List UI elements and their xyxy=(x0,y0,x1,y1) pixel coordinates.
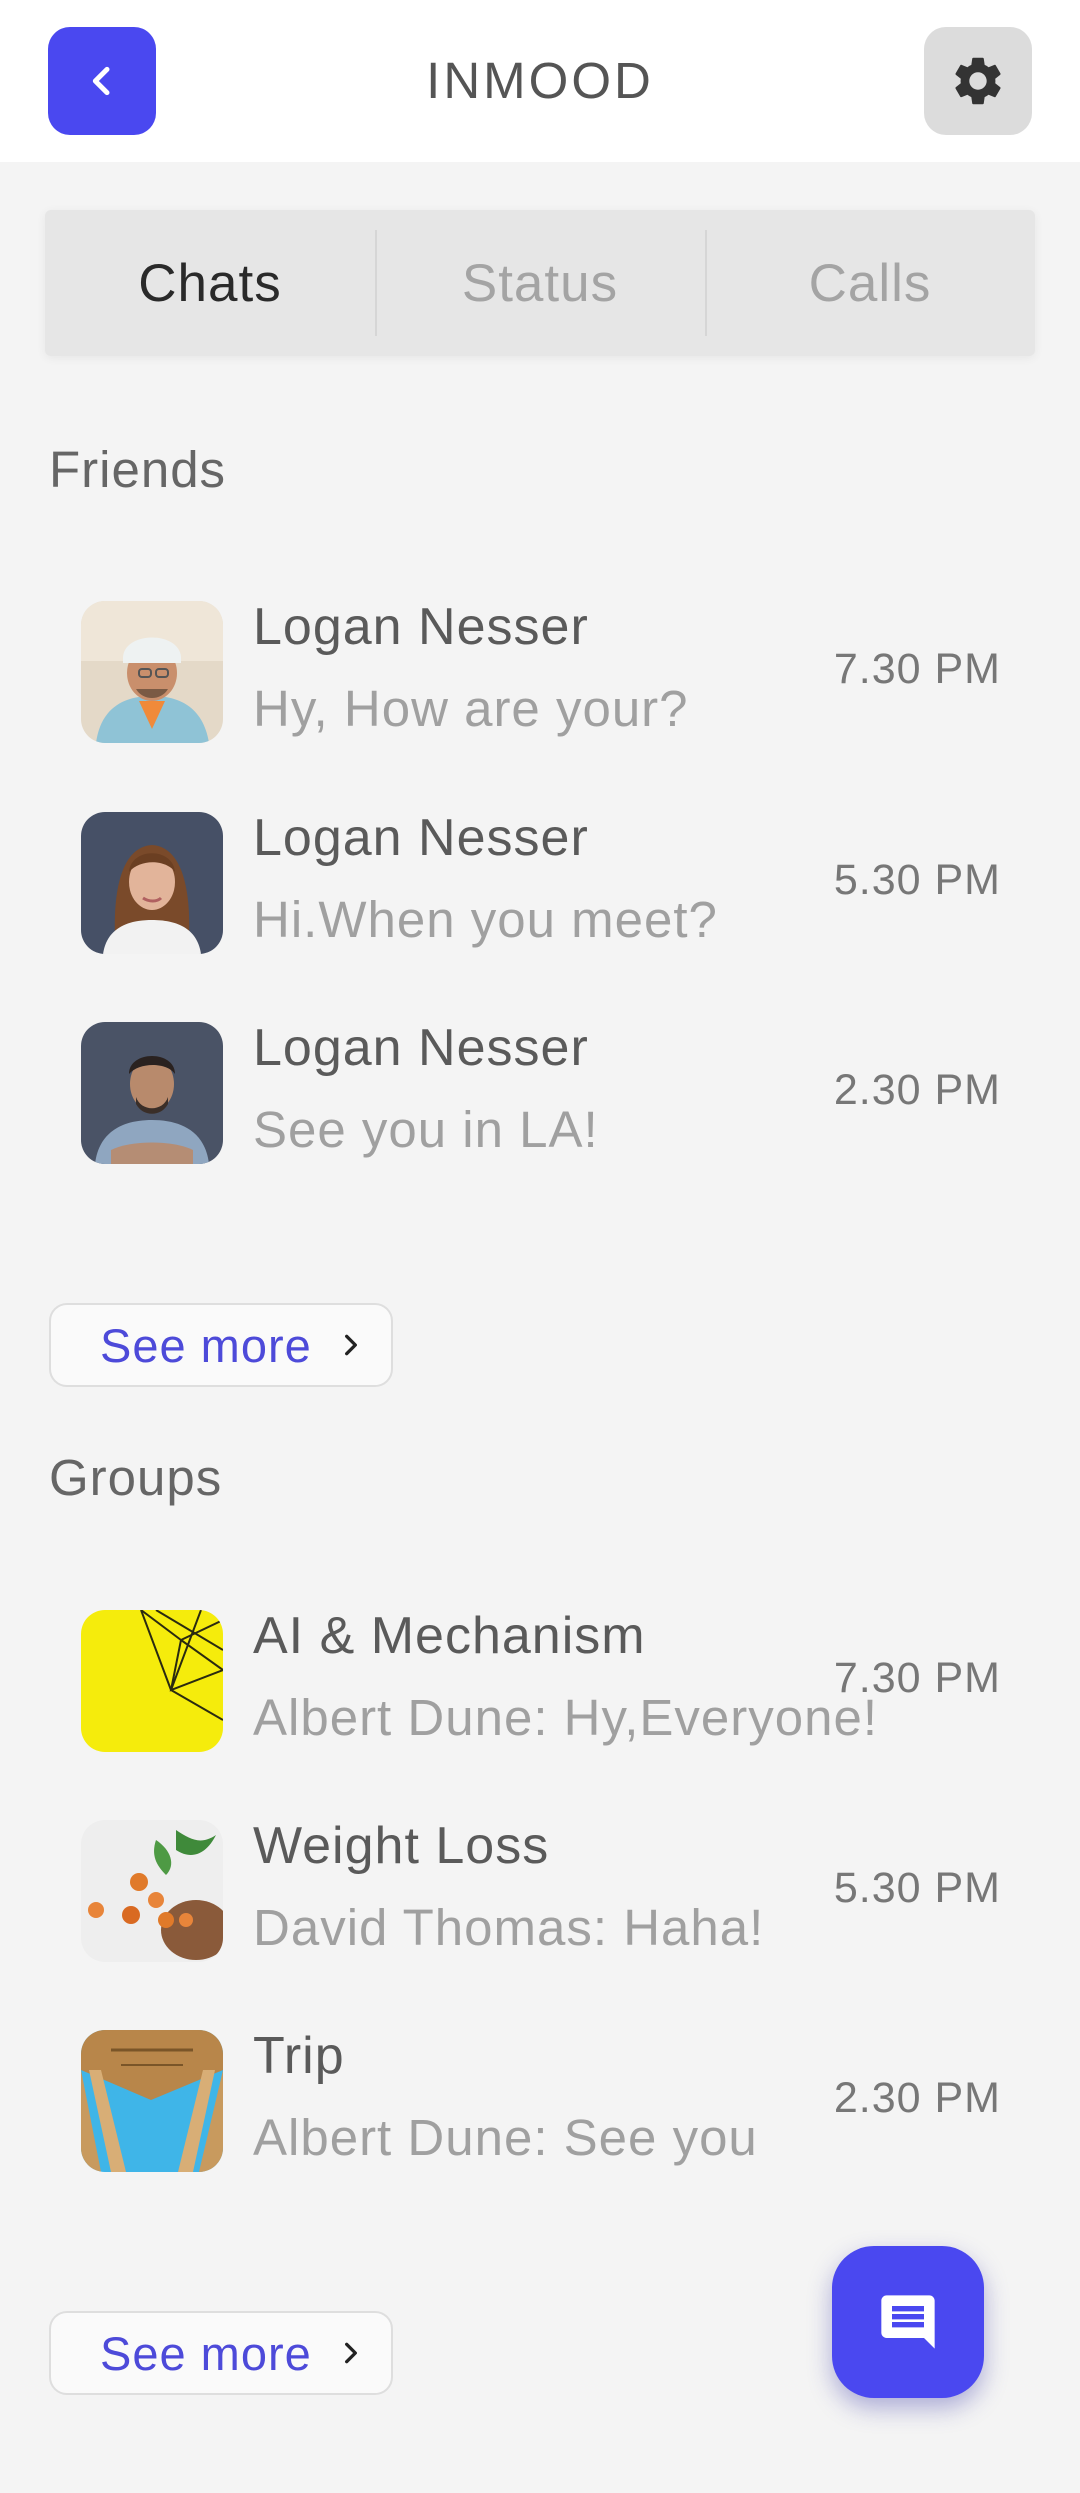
last-message: Hi.When you meet? xyxy=(253,891,718,948)
group-name: AI & Mechanism xyxy=(253,1607,646,1665)
chevron-left-icon xyxy=(92,66,110,96)
chat-row[interactable]: Logan Nesser See you in LA! 2.30 PM xyxy=(81,1019,1001,1164)
chat-row[interactable]: Logan Nesser Hi.When you meet? 5.30 PM xyxy=(81,809,1001,954)
group-row[interactable]: Weight Loss David Thomas: Haha! 5.30 PM xyxy=(81,1817,1001,1962)
chevron-right-icon xyxy=(338,1330,364,1360)
back-button[interactable] xyxy=(48,27,156,135)
chat-bubble-icon xyxy=(881,2295,935,2349)
avatar xyxy=(81,1610,223,1752)
groups-section-title: Groups xyxy=(49,1449,223,1506)
message-time: 2.30 PM xyxy=(833,2074,1001,2122)
message-time: 7.30 PM xyxy=(833,1654,1001,1702)
top-bar: INMOOD xyxy=(0,0,1080,162)
avatar xyxy=(81,1820,223,1962)
last-message: Albert Dune: Hy,Everyone! xyxy=(253,1689,878,1746)
message-time: 2.30 PM xyxy=(833,1066,1001,1114)
last-message: See you in LA! xyxy=(253,1101,599,1158)
last-message: Hy, How are your? xyxy=(253,680,689,737)
group-row[interactable]: Trip Albert Dune: See you 2.30 PM xyxy=(81,2027,1001,2172)
tab-bar: Chats Status Calls xyxy=(45,210,1035,356)
see-more-label: See more xyxy=(100,2326,312,2380)
app-title: INMOOD xyxy=(426,52,654,109)
group-name: Trip xyxy=(253,2027,345,2085)
contact-name: Logan Nesser xyxy=(253,809,589,867)
avatar xyxy=(81,1022,223,1164)
tab-status[interactable]: Status xyxy=(375,210,705,356)
chevron-right-icon xyxy=(338,2338,364,2368)
see-more-label: See more xyxy=(100,1318,312,1372)
friends-section-title: Friends xyxy=(49,441,227,498)
tab-calls[interactable]: Calls xyxy=(705,210,1035,356)
contact-name: Logan Nesser xyxy=(253,598,589,656)
chat-row[interactable]: Logan Nesser Hy, How are your? 7.30 PM xyxy=(81,598,1001,743)
message-time: 7.30 PM xyxy=(833,645,1001,693)
avatar xyxy=(81,812,223,954)
message-time: 5.30 PM xyxy=(833,1864,1001,1912)
groups-see-more-button[interactable]: See more xyxy=(49,2311,393,2395)
new-chat-button[interactable] xyxy=(832,2246,984,2398)
contact-name: Logan Nesser xyxy=(253,1019,589,1077)
tab-chats[interactable]: Chats xyxy=(45,210,375,356)
avatar xyxy=(81,2030,223,2172)
last-message: Albert Dune: See you xyxy=(253,2109,758,2166)
settings-button[interactable] xyxy=(924,27,1032,135)
group-row[interactable]: AI & Mechanism Albert Dune: Hy,Everyone!… xyxy=(81,1607,1001,1752)
gear-icon xyxy=(955,57,1001,105)
avatar xyxy=(81,601,223,743)
last-message: David Thomas: Haha! xyxy=(253,1899,765,1956)
friends-see-more-button[interactable]: See more xyxy=(49,1303,393,1387)
group-name: Weight Loss xyxy=(253,1817,550,1875)
message-time: 5.30 PM xyxy=(833,856,1001,904)
